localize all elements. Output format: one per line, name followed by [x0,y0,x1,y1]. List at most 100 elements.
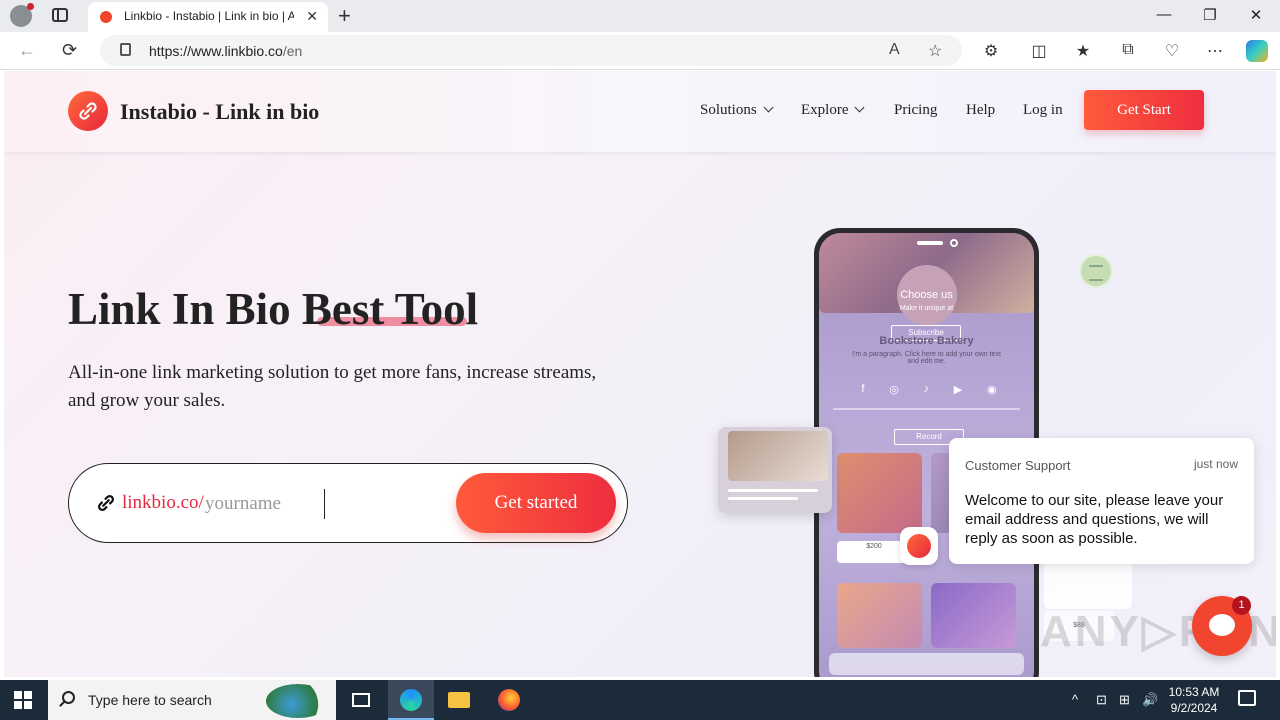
nav-explore-label: Explore [801,102,849,118]
tray-device-icon[interactable]: ⊡ [1096,692,1107,708]
divider [833,408,1020,410]
support-timestamp: just now [1193,457,1238,471]
support-message: Welcome to our site, please leave your e… [965,492,1224,547]
notifications-icon[interactable] [1238,690,1256,706]
facebook-icon: f [861,383,865,395]
close-window-button[interactable]: ✕ [1246,6,1266,24]
restore-button[interactable]: ❐ [1200,6,1220,24]
phone-bio: I'm a paragraph. Click here to add your … [852,351,1001,365]
link-icon [98,495,114,511]
chevron-down-icon [763,102,774,113]
clock-time: 10:53 AM [1168,685,1220,699]
address-bar: ← ⟳ https://www.linkbio.co/en A ☆ ⚙ ◫ ★ … [0,32,1280,70]
taskbar-edge[interactable] [388,680,434,720]
brand-name[interactable]: Instabio - Link in bio [120,99,319,125]
username-input[interactable] [205,489,325,519]
url-text: https://www.linkbio.co/en [149,43,302,59]
task-view-icon [352,693,370,707]
nav-login[interactable]: Log in [1023,102,1063,119]
back-button[interactable]: ← [18,40,36,61]
chat-unread-badge: 1 [1232,596,1251,615]
folder-icon [448,692,470,708]
taskbar-search-placeholder: Type here to search [88,692,212,708]
windows-taskbar: Type here to search ^ ⊡ ⊞ 🔊 10:53 AM 9/2… [0,680,1280,720]
tray-overflow-icon[interactable]: ^ [1072,692,1078,707]
profile-icon[interactable] [10,3,34,27]
chevron-down-icon [855,102,865,113]
phone-subheading: Make it unique at [899,305,954,312]
favorites-icon[interactable]: ★ [1073,41,1093,61]
card-line [728,497,798,500]
gallery-image [931,583,1016,648]
new-tab-button[interactable]: + [338,3,351,29]
tab-actions-icon[interactable] [52,8,68,22]
tab-linkbio[interactable]: Linkbio - Instabio | Link in bio | A ✕ [88,2,328,32]
read-aloud-icon[interactable]: A [889,41,900,59]
volume-icon[interactable]: 🔊 [1142,692,1158,708]
task-view-button[interactable] [338,680,384,720]
get-started-button[interactable]: Get started [456,473,616,533]
customer-support-popup[interactable]: Customer Support just now Welcome to our… [949,438,1254,564]
nav-pricing[interactable]: Pricing [894,102,937,119]
extensions-icon[interactable]: ⚙ [981,41,1001,61]
network-icon[interactable]: ⊞ [1119,692,1130,708]
product-image [837,453,922,533]
gallery-image [837,583,922,648]
windows-start-icon[interactable] [14,691,32,709]
url-prefix: linkbio.co/ [122,492,204,513]
instabio-logo-icon[interactable] [68,91,108,131]
music-icon: ♪ [923,383,930,395]
url-field[interactable]: https://www.linkbio.co/en A ☆ [100,35,962,66]
nav-explore[interactable]: Explore [801,102,865,119]
countdown-card [1044,561,1132,609]
split-screen-icon[interactable]: ◫ [1029,41,1049,61]
phone-brand: Bookstore Bakery [879,335,974,347]
favorite-star-icon[interactable]: ☆ [928,41,942,61]
lock-icon[interactable] [120,43,131,56]
card-image [728,431,828,481]
card-line [728,489,818,492]
phone-social-row: f ◎ ♪ ▶ ◉ [849,383,1009,396]
firefox-icon [498,689,520,711]
taskbar-firefox[interactable] [486,680,532,720]
url-host: https://www.linkbio.co [149,43,283,59]
web-page: Instabio - Link in bio Solutions Explore… [4,71,1276,677]
site-header: Instabio - Link in bio Solutions Explore… [4,71,1276,152]
support-title: Customer Support [965,458,1071,473]
claim-link-form: linkbio.co/ Get started [68,463,628,543]
minimize-button[interactable]: — [1154,6,1174,23]
phone-heading: Choose us [900,289,953,301]
phone-notch [917,241,943,245]
taskbar-clock[interactable]: 10:53 AM 9/2/2024 [1166,684,1222,716]
phone-camera [950,239,958,247]
phone-bottom-bar [829,653,1024,675]
instagram-icon: ◎ [889,384,899,396]
clock-date: 9/2/2024 [1170,701,1218,715]
record-icon: ◉ [987,384,997,396]
linkbio-favicon-icon [100,11,112,23]
url-path: /en [282,43,303,59]
nav-solutions[interactable]: Solutions [700,102,774,119]
performance-icon[interactable]: ♡ [1162,41,1182,61]
taskbar-file-explorer[interactable] [436,680,482,720]
nav-solutions-label: Solutions [700,102,757,118]
search-icon [62,691,75,704]
hero-title: Link In Bio Best Tool [68,284,479,334]
get-start-button[interactable]: Get Start [1084,90,1204,130]
settings-more-icon[interactable]: ⋯ [1205,41,1225,61]
taskbar-search[interactable]: Type here to search [48,680,336,720]
hero-subtitle: All-in-one link marketing solution to ge… [68,362,597,411]
youtube-icon: ▶ [953,384,963,396]
reload-button[interactable]: ⟳ [62,40,77,61]
floating-product-card [718,427,832,513]
tab-close-icon[interactable]: ✕ [306,8,318,25]
edge-icon [400,689,422,711]
tab-title: Linkbio - Instabio | Link in bio | A [124,9,294,23]
nav-help[interactable]: Help [966,102,995,119]
search-highlight-icon [266,684,330,718]
linkbio-badge-icon [900,527,938,565]
collections-icon[interactable]: ⧉ [1118,41,1138,59]
copilot-icon[interactable] [1246,40,1268,62]
spotify-icon [1079,254,1113,288]
browser-titlebar: Linkbio - Instabio | Link in bio | A ✕ +… [0,0,1280,32]
